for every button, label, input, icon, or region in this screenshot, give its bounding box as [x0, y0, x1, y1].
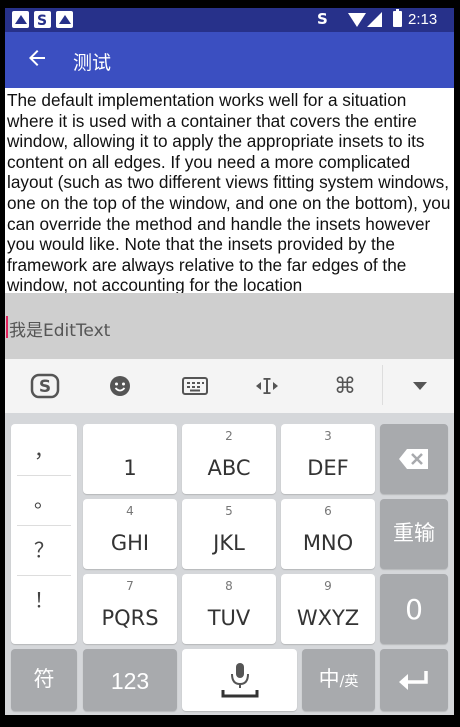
enter-icon: [380, 649, 448, 711]
key-label: TUV: [207, 606, 251, 630]
key-label: 123: [110, 668, 150, 694]
keyboard-icon[interactable]: [175, 359, 215, 413]
lang-chinese-label: 中: [318, 667, 340, 691]
notification-icon: [12, 11, 29, 28]
space-voice-key[interactable]: [182, 649, 297, 711]
key-digit-label: 2: [225, 429, 233, 443]
reinput-key[interactable]: 重输: [380, 499, 448, 569]
notification-icon: [56, 11, 73, 28]
punctuation-exclaim-key[interactable]: ！: [17, 576, 71, 625]
punctuation-comma-key[interactable]: ，: [17, 426, 71, 476]
sogou-logo-icon[interactable]: S: [25, 359, 65, 413]
page-title: 测试: [73, 52, 112, 74]
key-digit-label: 6: [324, 504, 332, 518]
punctuation-question-key[interactable]: ？: [17, 526, 71, 576]
key-9-wxyz[interactable]: 9 WXYZ: [281, 574, 375, 644]
key-label: PQRS: [101, 606, 159, 630]
key-digit-label: 7: [126, 579, 134, 593]
status-bar: S S 2:13: [5, 8, 454, 32]
key-label: MNO: [302, 531, 354, 555]
lang-english-label: /英: [339, 674, 359, 690]
key-label: 0: [405, 593, 423, 626]
arrow-left-icon[interactable]: [25, 46, 49, 70]
cursor-move-icon[interactable]: [247, 359, 287, 413]
key-label: 重输: [393, 521, 435, 545]
key-5-jkl[interactable]: 5 JKL: [182, 499, 276, 569]
key-6-mno[interactable]: 6 MNO: [281, 499, 375, 569]
key-label: 1: [123, 456, 137, 480]
key-digit-label: 9: [324, 579, 332, 593]
wifi-icon: [348, 13, 366, 27]
key-label: GHI: [110, 531, 150, 555]
sogou-icon: S: [34, 11, 51, 28]
key-label: ABC: [207, 456, 251, 480]
ime-toolbar: S ⌘: [5, 359, 454, 414]
key-digit-label: 3: [324, 429, 332, 443]
key-7-pqrs[interactable]: 7 PQRS: [83, 574, 177, 644]
backspace-key[interactable]: [380, 424, 448, 494]
key-8-tuv[interactable]: 8 TUV: [182, 574, 276, 644]
microphone-icon: [182, 649, 297, 711]
status-time: 2:13: [408, 11, 438, 28]
collapse-keyboard-icon[interactable]: [400, 359, 440, 413]
t9-keyboard: ， 。 ？ ！ 1 2 ABC 3 DEF 4 GHI 5 JKL 6 MNO …: [5, 413, 454, 715]
language-switch-key[interactable]: 中/英: [302, 649, 375, 711]
signal-icon: [367, 12, 382, 27]
key-digit-label: 5: [225, 504, 233, 518]
emoji-icon[interactable]: [100, 359, 140, 413]
key-label: WXYZ: [296, 606, 360, 630]
sogou-icon: S: [317, 10, 328, 28]
body-text: The default implementation works well fo…: [7, 90, 451, 293]
key-0[interactable]: 0: [380, 574, 448, 644]
app-bar: 测试: [5, 32, 454, 88]
edit-text-field[interactable]: 我是EditText: [5, 293, 454, 359]
punctuation-column[interactable]: ， 。 ？ ！: [11, 424, 77, 644]
enter-key[interactable]: [380, 649, 448, 711]
symbols-key[interactable]: 符: [11, 649, 77, 711]
numbers-key[interactable]: 123: [83, 649, 177, 711]
key-label: JKL: [213, 531, 245, 555]
key-2-abc[interactable]: 2 ABC: [182, 424, 276, 494]
key-3-def[interactable]: 3 DEF: [281, 424, 375, 494]
punctuation-period-key[interactable]: 。: [17, 476, 71, 526]
phone-screen: S S 2:13 测试 The default implementation w…: [5, 8, 454, 715]
svg-text:S: S: [39, 377, 51, 397]
key-4-ghi[interactable]: 4 GHI: [83, 499, 177, 569]
text-cursor: [6, 316, 8, 338]
battery-icon: [393, 9, 402, 27]
edit-text-value: 我是EditText: [9, 321, 111, 341]
key-digit-label: 4: [126, 504, 134, 518]
backspace-icon: [380, 424, 448, 494]
key-label: DEF: [307, 456, 349, 480]
content-scroll[interactable]: The default implementation works well fo…: [5, 88, 454, 293]
key-label: 符: [33, 667, 55, 691]
toolbar-divider: [382, 365, 383, 405]
key-digit-label: 8: [225, 579, 233, 593]
key-1[interactable]: 1: [83, 424, 177, 494]
key-label: 中/英: [302, 663, 375, 693]
command-icon[interactable]: ⌘: [325, 359, 365, 413]
